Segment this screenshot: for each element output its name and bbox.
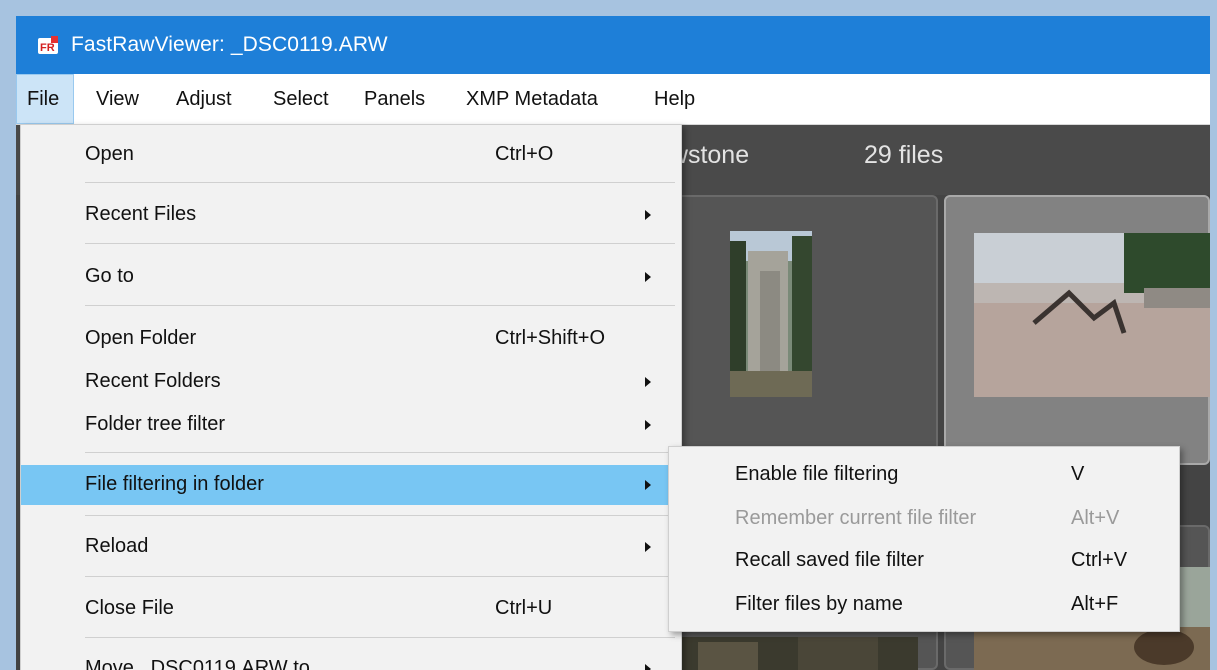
svg-text:FR: FR xyxy=(40,42,55,54)
submenu-item-enable-file-filtering[interactable]: Enable file filtering V xyxy=(669,455,1179,495)
chevron-right-icon xyxy=(645,542,651,552)
menu-item-move-file[interactable]: Move _DSC0119.ARW to xyxy=(21,649,681,670)
menu-item-reload[interactable]: Reload xyxy=(21,527,681,567)
menu-view[interactable]: View xyxy=(86,74,149,124)
submenu-item-recall-filter[interactable]: Recall saved file filter Ctrl+V xyxy=(669,541,1179,581)
menu-item-label: Filter files by name xyxy=(735,593,903,615)
file-count: 29 files xyxy=(864,141,944,169)
menu-xmp-metadata[interactable]: XMP Metadata xyxy=(456,74,608,124)
menu-item-recent-folders[interactable]: Recent Folders xyxy=(21,362,681,402)
chevron-right-icon xyxy=(645,664,651,670)
menu-item-label: Recent Folders xyxy=(85,370,221,392)
app-window: FR FastRawViewer: _DSC0119.ARW File View… xyxy=(16,16,1210,670)
chevron-right-icon xyxy=(645,272,651,282)
menu-select[interactable]: Select xyxy=(263,74,339,124)
menu-separator xyxy=(85,637,675,638)
menu-item-label: Open xyxy=(85,143,134,165)
menu-item-close-file[interactable]: Close File Ctrl+U xyxy=(21,589,681,629)
thumbnail-image xyxy=(974,233,1210,397)
menu-bar: File View Adjust Select Panels XMP Metad… xyxy=(16,74,1210,125)
menu-separator xyxy=(85,452,675,453)
menu-item-label: Remember current file filter xyxy=(735,507,977,529)
thumbnail-image xyxy=(730,231,812,397)
fastrawviewer-app-icon: FR xyxy=(38,36,58,54)
menu-adjust[interactable]: Adjust xyxy=(166,74,242,124)
menu-item-open-folder[interactable]: Open Folder Ctrl+Shift+O xyxy=(21,319,681,359)
menu-item-shortcut: Ctrl+Shift+O xyxy=(495,327,606,349)
menu-panels[interactable]: Panels xyxy=(354,74,435,124)
chevron-right-icon xyxy=(645,480,651,490)
chevron-right-icon xyxy=(645,420,651,430)
menu-item-label: Recall saved file filter xyxy=(735,549,924,571)
thumbnail-cell[interactable] xyxy=(662,195,938,465)
menu-item-shortcut: Ctrl+V xyxy=(1071,549,1128,571)
menu-separator xyxy=(85,243,675,244)
menu-item-shortcut: Alt+F xyxy=(1071,593,1119,615)
menu-file[interactable]: File xyxy=(16,74,74,124)
menu-item-label: Go to xyxy=(85,265,134,287)
menu-item-shortcut: Alt+V xyxy=(1071,507,1120,529)
menu-item-label: Folder tree filter xyxy=(85,413,226,435)
menu-separator xyxy=(85,182,675,183)
thumbnail-cell-selected[interactable] xyxy=(944,195,1210,465)
chevron-right-icon xyxy=(645,377,651,387)
menu-help[interactable]: Help xyxy=(644,74,705,124)
submenu-item-filter-by-name[interactable]: Filter files by name Alt+F xyxy=(669,585,1179,625)
chevron-right-icon xyxy=(645,210,651,220)
menu-separator xyxy=(85,305,675,306)
menu-separator xyxy=(85,515,675,516)
submenu-item-remember-filter[interactable]: Remember current file filter Alt+V xyxy=(669,499,1179,539)
menu-item-shortcut: Ctrl+U xyxy=(495,597,553,619)
menu-item-label: Reload xyxy=(85,535,149,557)
menu-item-go-to[interactable]: Go to xyxy=(21,257,681,297)
menu-item-label: Open Folder xyxy=(85,327,197,349)
menu-item-open[interactable]: Open Ctrl+O xyxy=(21,135,681,175)
menu-item-shortcut: V xyxy=(1071,463,1085,485)
menu-separator xyxy=(85,576,675,577)
menu-item-label: Recent Files xyxy=(85,203,197,225)
menu-item-file-filtering[interactable]: File filtering in folder xyxy=(21,465,681,505)
menu-item-label: Move _DSC0119.ARW to xyxy=(85,657,310,670)
menu-item-label: Enable file filtering xyxy=(735,463,899,485)
title-bar: FR FastRawViewer: _DSC0119.ARW xyxy=(16,16,1210,74)
file-menu-dropdown: Open Ctrl+O Recent Files Go to Open Fold… xyxy=(20,124,682,670)
menu-item-shortcut: Ctrl+O xyxy=(495,143,554,165)
window-title: FastRawViewer: _DSC0119.ARW xyxy=(71,33,388,56)
menu-item-folder-tree-filter[interactable]: Folder tree filter xyxy=(21,405,681,445)
menu-item-recent-files[interactable]: Recent Files xyxy=(21,195,681,235)
file-filtering-submenu: Enable file filtering V Remember current… xyxy=(668,446,1180,632)
thumbnail-image xyxy=(678,637,918,670)
menu-item-label: Close File xyxy=(85,597,174,619)
menu-item-label: File filtering in folder xyxy=(85,473,264,495)
